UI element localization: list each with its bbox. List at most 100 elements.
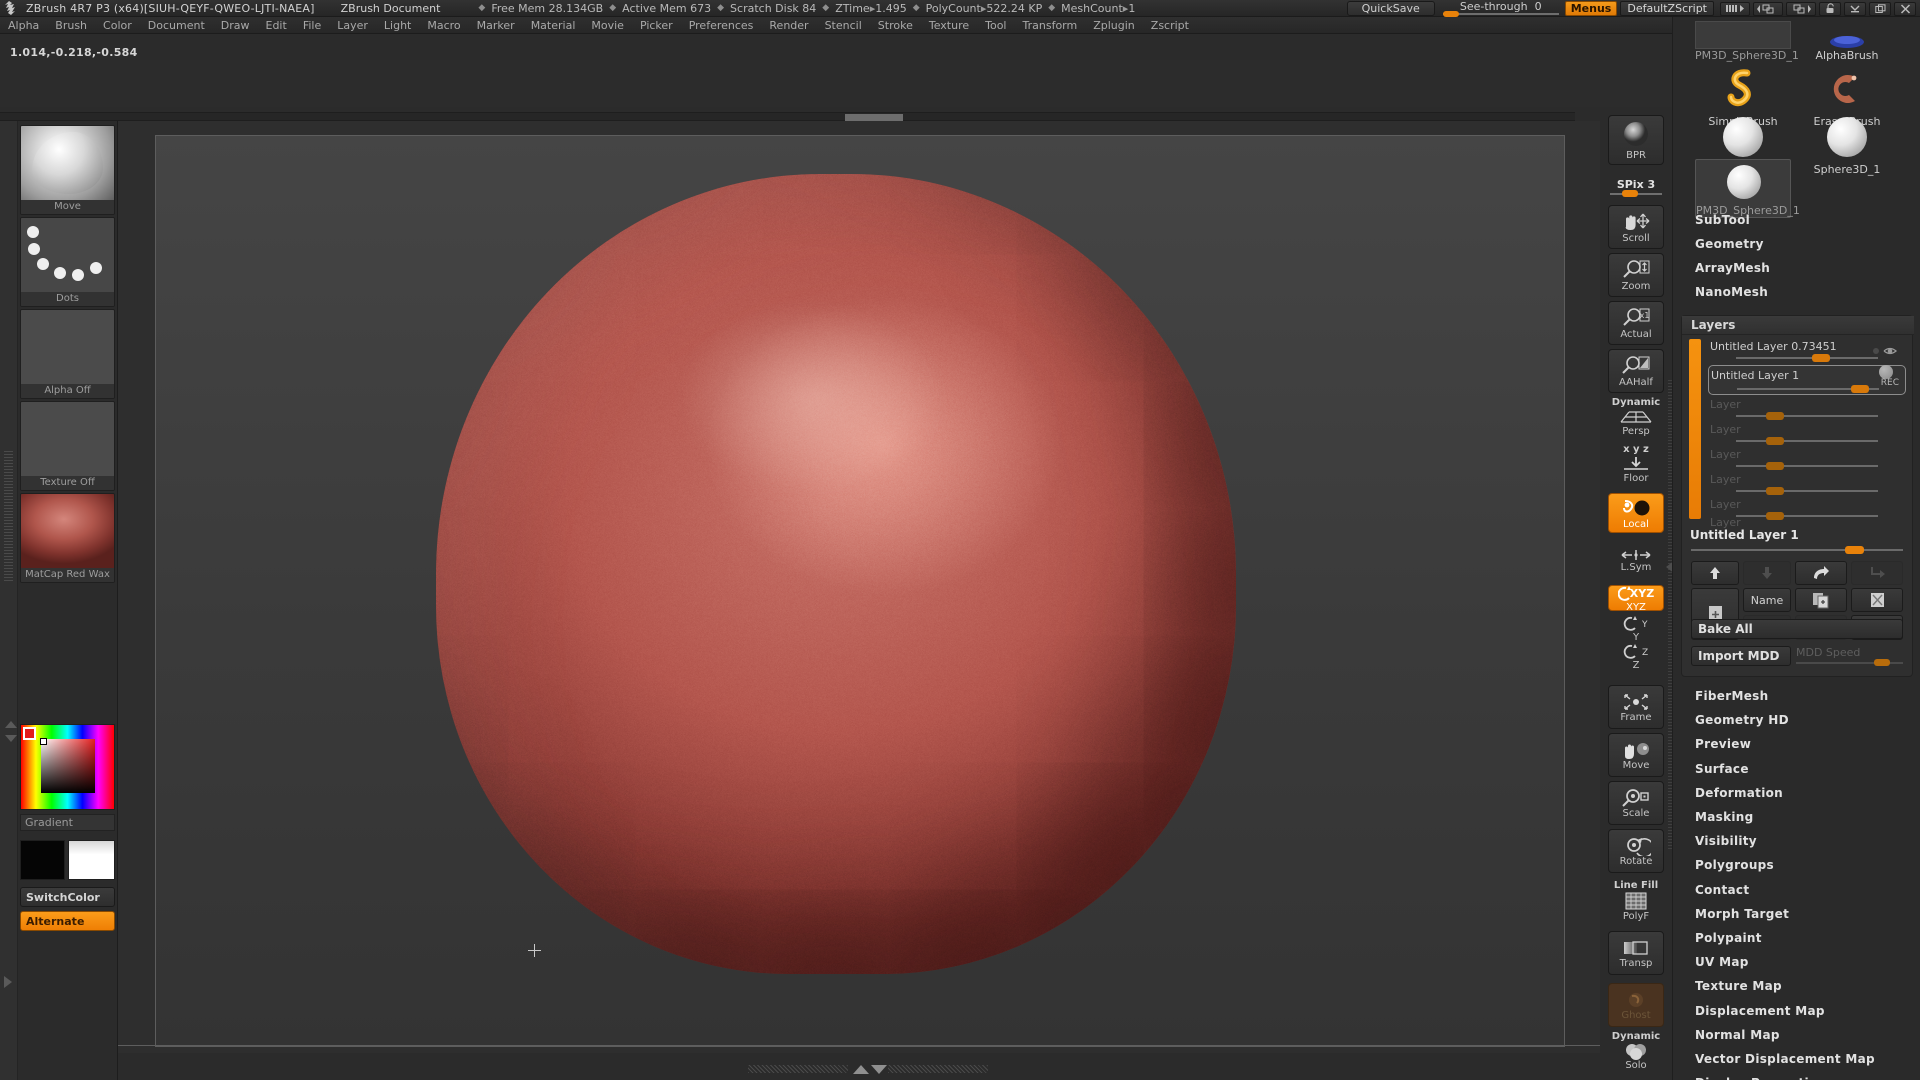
secondary-color-swatch[interactable]: [68, 840, 115, 880]
right-tool-rotate[interactable]: Rotate: [1608, 829, 1664, 873]
menu-item-material[interactable]: Material: [523, 17, 584, 34]
menu-item-preferences[interactable]: Preferences: [681, 17, 762, 34]
mdd-speed-slider[interactable]: MDD Speed: [1796, 646, 1903, 666]
right-tool-persp[interactable]: Dynamic Persp: [1608, 397, 1664, 437]
menu-item-document[interactable]: Document: [140, 17, 213, 34]
import-mdd-button[interactable]: Import MDD: [1691, 646, 1791, 666]
right-tool-button[interactable]: Line Fill PolyF: [1608, 879, 1664, 923]
scrollbar-thumb[interactable]: [845, 114, 903, 121]
right-tool-button[interactable]: Dynamic Persp: [1608, 397, 1664, 437]
right-tool-button[interactable]: Dynamic Solo: [1608, 1031, 1664, 1071]
layer-intensity-knob[interactable]: [1812, 354, 1830, 362]
layers-intensity-bar[interactable]: [1689, 339, 1701, 519]
right-tool-button[interactable]: Rotate: [1608, 829, 1664, 873]
right-tool-solo[interactable]: Dynamic Solo: [1608, 1031, 1664, 1071]
layer-delete-button[interactable]: [1851, 588, 1903, 612]
panel-item-uv-map[interactable]: UV Map: [1695, 955, 1749, 969]
right-tool-scroll[interactable]: Scroll: [1608, 205, 1664, 249]
panel-item-geometry[interactable]: Geometry: [1695, 237, 1764, 251]
color-picker[interactable]: [20, 724, 115, 810]
bake-all-button-main[interactable]: Bake All: [1691, 619, 1903, 639]
panel-item-visibility[interactable]: Visibility: [1695, 834, 1757, 848]
layer-up-button[interactable]: [1691, 561, 1739, 585]
panel-item-preview[interactable]: Preview: [1695, 737, 1751, 751]
minimize-icon[interactable]: [1844, 2, 1866, 16]
panel-item-geometry-hd[interactable]: Geometry HD: [1695, 713, 1789, 727]
spix-knob[interactable]: [1622, 190, 1638, 197]
bottom-scroll-down-icon[interactable]: [871, 1065, 887, 1074]
right-tool-l-sym[interactable]: L.Sym: [1608, 545, 1664, 575]
right-tool-button[interactable]: Transp: [1608, 931, 1664, 975]
menus-button[interactable]: Menus: [1565, 1, 1618, 16]
panel-item-polypaint[interactable]: Polypaint: [1695, 931, 1762, 945]
menu-item-zscript[interactable]: Zscript: [1143, 17, 1197, 34]
menu-item-layer[interactable]: Layer: [329, 17, 376, 34]
lock-icon[interactable]: [1819, 2, 1841, 16]
layer-intensity-knob[interactable]: [1766, 462, 1784, 470]
menu-item-light[interactable]: Light: [376, 17, 419, 34]
layer-name-button[interactable]: Name: [1743, 588, 1791, 612]
document-canvas[interactable]: [155, 135, 1565, 1047]
layer-merge-down-button[interactable]: [1795, 561, 1847, 585]
restore-icon[interactable]: [1869, 2, 1891, 16]
right-tool-button[interactable]: Local: [1608, 493, 1664, 533]
layer-split-button[interactable]: [1851, 561, 1903, 585]
right-tool-button[interactable]: Scroll: [1608, 205, 1664, 249]
panel-item-nanomesh[interactable]: NanoMesh: [1695, 285, 1768, 299]
right-tool-button[interactable]: ZZ: [1608, 643, 1664, 669]
right-tool-button[interactable]: Scale: [1608, 781, 1664, 825]
right-tool-aahalf[interactable]: AAHalf: [1608, 349, 1664, 393]
layer-intensity-knob[interactable]: [1766, 437, 1784, 445]
menu-item-texture[interactable]: Texture: [921, 17, 977, 34]
right-tool-ghost[interactable]: Ghost: [1608, 983, 1664, 1027]
right-tool-frame[interactable]: Frame: [1608, 685, 1664, 729]
panel-item-normal-map[interactable]: Normal Map: [1695, 1028, 1780, 1042]
panel-item-fibermesh[interactable]: FiberMesh: [1695, 689, 1768, 703]
close-icon[interactable]: [1894, 2, 1916, 16]
right-tool-zoom[interactable]: Zoom: [1608, 253, 1664, 297]
layer-intensity-knob[interactable]: [1851, 385, 1869, 393]
stroke-swatch[interactable]: Dots: [20, 217, 115, 307]
bottom-scroll-up-icon[interactable]: [853, 1065, 869, 1074]
right-tool-move[interactable]: Move: [1608, 733, 1664, 777]
sculpted-model[interactable]: [436, 174, 1236, 974]
color-picker-saturation-field[interactable]: [41, 739, 95, 793]
menu-item-movie[interactable]: Movie: [583, 17, 632, 34]
toolbar-horizontal-scrollbar[interactable]: [0, 112, 1575, 121]
layer-down-button[interactable]: [1743, 561, 1791, 585]
layer-row-0[interactable]: Untitled Layer 0.73451: [1708, 340, 1906, 364]
right-tool-button[interactable]: x1 Actual: [1608, 301, 1664, 345]
brush-swatch[interactable]: Move: [20, 125, 115, 215]
right-tool-z[interactable]: ZZ: [1608, 643, 1664, 669]
right-tool-y[interactable]: YY: [1608, 615, 1664, 641]
menu-item-draw[interactable]: Draw: [213, 17, 258, 34]
panel-item-polygroups[interactable]: Polygroups: [1695, 858, 1774, 872]
menu-item-stencil[interactable]: Stencil: [817, 17, 870, 34]
right-tool-button[interactable]: AAHalf: [1608, 349, 1664, 393]
layer-row-2[interactable]: Layer: [1708, 398, 1906, 422]
tool-item-pm3d-sphere3d-1-top[interactable]: PM3D_Sphere3D_1: [1695, 21, 1791, 62]
tool-item-alphabrush[interactable]: AlphaBrush: [1799, 21, 1895, 62]
left-gutter-grip[interactable]: [4, 451, 13, 581]
right-tool-button[interactable]: YY: [1608, 615, 1664, 641]
layer-intensity-knob[interactable]: [1766, 487, 1784, 495]
layer-row-4[interactable]: Layer: [1708, 448, 1906, 472]
right-tool-button[interactable]: x y z Floor: [1608, 445, 1664, 483]
alternate-button[interactable]: Alternate: [20, 911, 115, 931]
menu-item-zplugin[interactable]: Zplugin: [1085, 17, 1143, 34]
menu-item-alpha[interactable]: Alpha: [0, 17, 47, 34]
right-tool-button[interactable]: Frame: [1608, 685, 1664, 729]
panel-item-displacement-map[interactable]: Displacement Map: [1695, 1004, 1825, 1018]
primary-color-swatch[interactable]: [20, 840, 65, 880]
right-tool-transp[interactable]: Transp: [1608, 931, 1664, 975]
gradient-button[interactable]: Gradient: [20, 814, 115, 831]
menu-item-edit[interactable]: Edit: [258, 17, 295, 34]
tool-item-pm3d-sphere3d-1-selected[interactable]: PM3D_Sphere3D_1: [1695, 159, 1791, 218]
panel-item-contact[interactable]: Contact: [1695, 883, 1749, 897]
next-palette-icon[interactable]: [1786, 2, 1816, 16]
selected-layer-knob[interactable]: [1845, 546, 1864, 554]
right-tool-button[interactable]: Ghost: [1608, 983, 1664, 1027]
panel-item-masking[interactable]: Masking: [1695, 810, 1754, 824]
alpha-swatch[interactable]: Alpha Off: [20, 309, 115, 399]
bottom-scroll-widget[interactable]: [748, 1063, 988, 1075]
